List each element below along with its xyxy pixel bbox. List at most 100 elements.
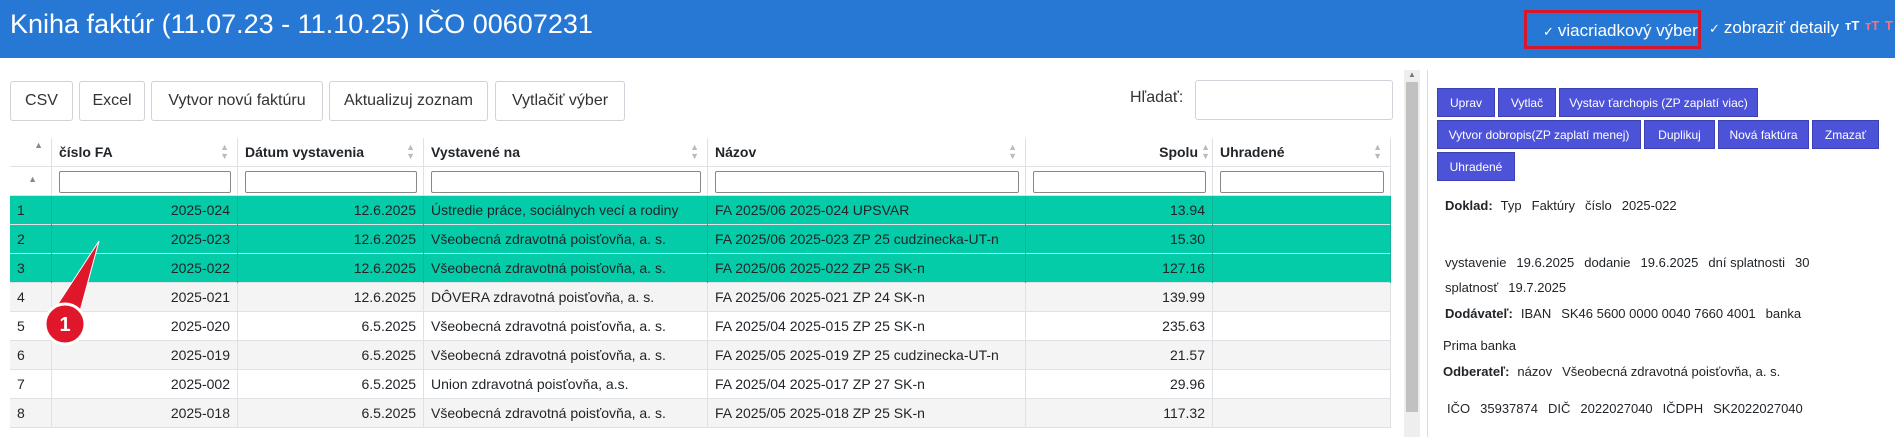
- cell-issued-to: Všeobecná zdravotná poisťovňa, a. s.: [424, 225, 708, 254]
- cell-issue-date: 6.5.2025: [238, 341, 424, 370]
- cell-issued-to: Všeobecná zdravotná poisťovňa, a. s.: [424, 341, 708, 370]
- cell-total: 29.96: [1026, 370, 1213, 399]
- cell-total: 13.94: [1026, 196, 1213, 225]
- check-icon: ✓: [1709, 21, 1720, 36]
- customer-line: Odberateľ: názov Všeobecná zdravotná poisť…: [1443, 364, 1781, 379]
- cell-total: 235.63: [1026, 312, 1213, 341]
- table-row[interactable]: 8 2025-018 6.5.2025 Všeobecná zdravotná poi…: [10, 399, 1391, 428]
- table-header-row: ▲ číslo FA ▲ ▼ Dátum vystavenia ▲ ▼ Vystaven…: [10, 138, 1391, 167]
- column-header-paid[interactable]: Uhradené ▲ ▼: [1213, 138, 1391, 167]
- table-scrollbar[interactable]: ▲: [1404, 70, 1420, 437]
- doklad-line: Doklad: Typ Faktúry číslo 2025-022: [1445, 198, 1677, 213]
- filter-cell: [52, 167, 238, 196]
- app-header: Kniha faktúr (11.07.23 - 11.10.25) IČO 0…: [0, 0, 1895, 58]
- cell-paid: [1213, 196, 1391, 225]
- cell-index: 3: [10, 254, 52, 283]
- column-header-total[interactable]: Spolu ▲ ▼: [1026, 138, 1213, 167]
- cell-issued-to: Ústredie práce, sociálnych vecí a rodiny: [424, 196, 708, 225]
- table-row[interactable]: 7 2025-002 6.5.2025 Union zdravotná poisťov…: [10, 370, 1391, 399]
- cell-issue-date: 12.6.2025: [238, 225, 424, 254]
- dates-line: vystavenie 19.6.2025 dodanie 19.6.2025 dní s…: [1445, 255, 1810, 270]
- credit-note-button[interactable]: Vytvor dobropis(ZP zaplatí menej): [1437, 120, 1641, 149]
- filter-input-name[interactable]: [715, 171, 1019, 193]
- cell-issued-to: Všeobecná zdravotná poisťovňa, a. s.: [424, 254, 708, 283]
- refresh-list-button[interactable]: Aktualizuj zoznam: [329, 81, 488, 121]
- multiselect-toggle[interactable]: ✓ viacriadkový výber: [1524, 10, 1701, 49]
- cell-invoice-number: 2025-018: [52, 399, 238, 428]
- column-header-name[interactable]: Názov ▲ ▼: [708, 138, 1026, 167]
- cell-invoice-number: 2025-002: [52, 370, 238, 399]
- cell-invoice-number: 2025-020: [52, 312, 238, 341]
- new-invoice-panel-button[interactable]: Nová faktúra: [1718, 120, 1809, 149]
- table-row[interactable]: 4 2025-021 12.6.2025 DÔVERA zdravotná poisť…: [10, 283, 1391, 312]
- table-filter-row: ▲: [10, 167, 1391, 196]
- filter-input-issue-date[interactable]: [245, 171, 417, 193]
- cell-issued-to: DÔVERA zdravotná poisťovňa, a. s.: [424, 283, 708, 312]
- page-title: Kniha faktúr (11.07.23 - 11.10.25) IČO 0…: [10, 9, 593, 39]
- bank-line: Prima banka: [1443, 338, 1516, 353]
- cell-issued-to: Všeobecná zdravotná poisťovňa, a. s.: [424, 399, 708, 428]
- cell-issue-date: 12.6.2025: [238, 196, 424, 225]
- cell-issued-to: Union zdravotná poisťovňa, a.s.: [424, 370, 708, 399]
- table-row[interactable]: 5 2025-020 6.5.2025 Všeobecná zdravotná poi…: [10, 312, 1391, 341]
- sort-up-icon: ▲: [28, 174, 37, 184]
- scrollbar-thumb[interactable]: [1406, 82, 1418, 412]
- sort-icon: ▲ ▼: [1201, 142, 1210, 161]
- table-row[interactable]: 6 2025-019 6.5.2025 Všeobecná zdravotná poi…: [10, 341, 1391, 370]
- multiselect-label: viacriadkový výber: [1557, 21, 1698, 40]
- show-details-toggle[interactable]: ✓ zobraziť detaily: [1709, 18, 1839, 38]
- cell-issue-date: 6.5.2025: [238, 399, 424, 428]
- column-header-issued-to[interactable]: Vystavené na ▲ ▼: [424, 138, 708, 167]
- scroll-up-icon[interactable]: ▲: [1408, 70, 1416, 79]
- cell-index: 5: [10, 312, 52, 341]
- cell-name: FA 2025/06 2025-022 ZP 25 SK-n: [708, 254, 1026, 283]
- check-icon: ✓: [1543, 24, 1554, 39]
- delete-button[interactable]: Zmazať: [1812, 120, 1879, 149]
- new-invoice-button[interactable]: Vytvor novú faktúru: [151, 81, 323, 121]
- filter-cell: [1213, 167, 1391, 196]
- mark-paid-button[interactable]: Uhradené: [1437, 152, 1515, 181]
- excel-button[interactable]: Excel: [79, 81, 145, 121]
- font-size-normal-icon[interactable]: ᴛT: [1845, 18, 1859, 33]
- filter-cell: [424, 167, 708, 196]
- cell-total: 15.30: [1026, 225, 1213, 254]
- table-row[interactable]: 3 2025-022 12.6.2025 Všeobecná zdravotná po…: [10, 254, 1391, 283]
- column-header-invoice-number[interactable]: číslo FA ▲ ▼: [52, 138, 238, 167]
- cell-invoice-number: 2025-024: [52, 196, 238, 225]
- filter-input-paid[interactable]: [1220, 171, 1384, 193]
- table-row[interactable]: 2 2025-023 12.6.2025 Všeobecná zdravotná po…: [10, 225, 1391, 254]
- print-button[interactable]: Vytlač: [1498, 88, 1556, 117]
- cell-index: 8: [10, 399, 52, 428]
- cell-name: FA 2025/06 2025-023 ZP 25 cudzinecka-UT-…: [708, 225, 1026, 254]
- sort-icon: ▲ ▼: [220, 142, 229, 161]
- print-selection-button[interactable]: Vytlačiť výber: [495, 81, 625, 121]
- cell-paid: [1213, 312, 1391, 341]
- font-size-xlarge-icon[interactable]: T: [1885, 18, 1893, 33]
- cell-total: 117.32: [1026, 399, 1213, 428]
- cell-paid: [1213, 225, 1391, 254]
- cell-invoice-number: 2025-023: [52, 225, 238, 254]
- cell-index: 7: [10, 370, 52, 399]
- sort-icon: ▲ ▼: [1008, 142, 1017, 161]
- column-header-index[interactable]: ▲: [10, 138, 52, 167]
- filter-input-invoice-number[interactable]: [59, 171, 231, 193]
- filter-cell: [708, 167, 1026, 196]
- edit-button[interactable]: Uprav: [1437, 88, 1495, 117]
- cell-invoice-number: 2025-022: [52, 254, 238, 283]
- table-row[interactable]: 1 2025-024 12.6.2025 Ústredie práce, sociál…: [10, 196, 1391, 225]
- customer-ids-line: IČO 35937874 DIČ 2022027040 IČDPH SK202202704…: [1447, 401, 1803, 416]
- cell-issue-date: 12.6.2025: [238, 254, 424, 283]
- duplicate-button[interactable]: Duplikuj: [1644, 120, 1715, 149]
- cell-total: 139.99: [1026, 283, 1213, 312]
- filter-input-total[interactable]: [1033, 171, 1206, 193]
- column-header-issue-date[interactable]: Dátum vystavenia ▲ ▼: [238, 138, 424, 167]
- csv-button[interactable]: CSV: [10, 81, 73, 121]
- cell-invoice-number: 2025-019: [52, 341, 238, 370]
- filter-input-issued-to[interactable]: [431, 171, 701, 193]
- cell-issue-date: 6.5.2025: [238, 312, 424, 341]
- cell-name: FA 2025/04 2025-017 ZP 27 SK-n: [708, 370, 1026, 399]
- search-input[interactable]: [1195, 80, 1393, 120]
- cell-total: 21.57: [1026, 341, 1213, 370]
- font-size-large-icon[interactable]: ᴛT: [1865, 18, 1879, 33]
- debit-note-button[interactable]: Vystav ťarchopis (ZP zaplatí viac): [1559, 88, 1758, 117]
